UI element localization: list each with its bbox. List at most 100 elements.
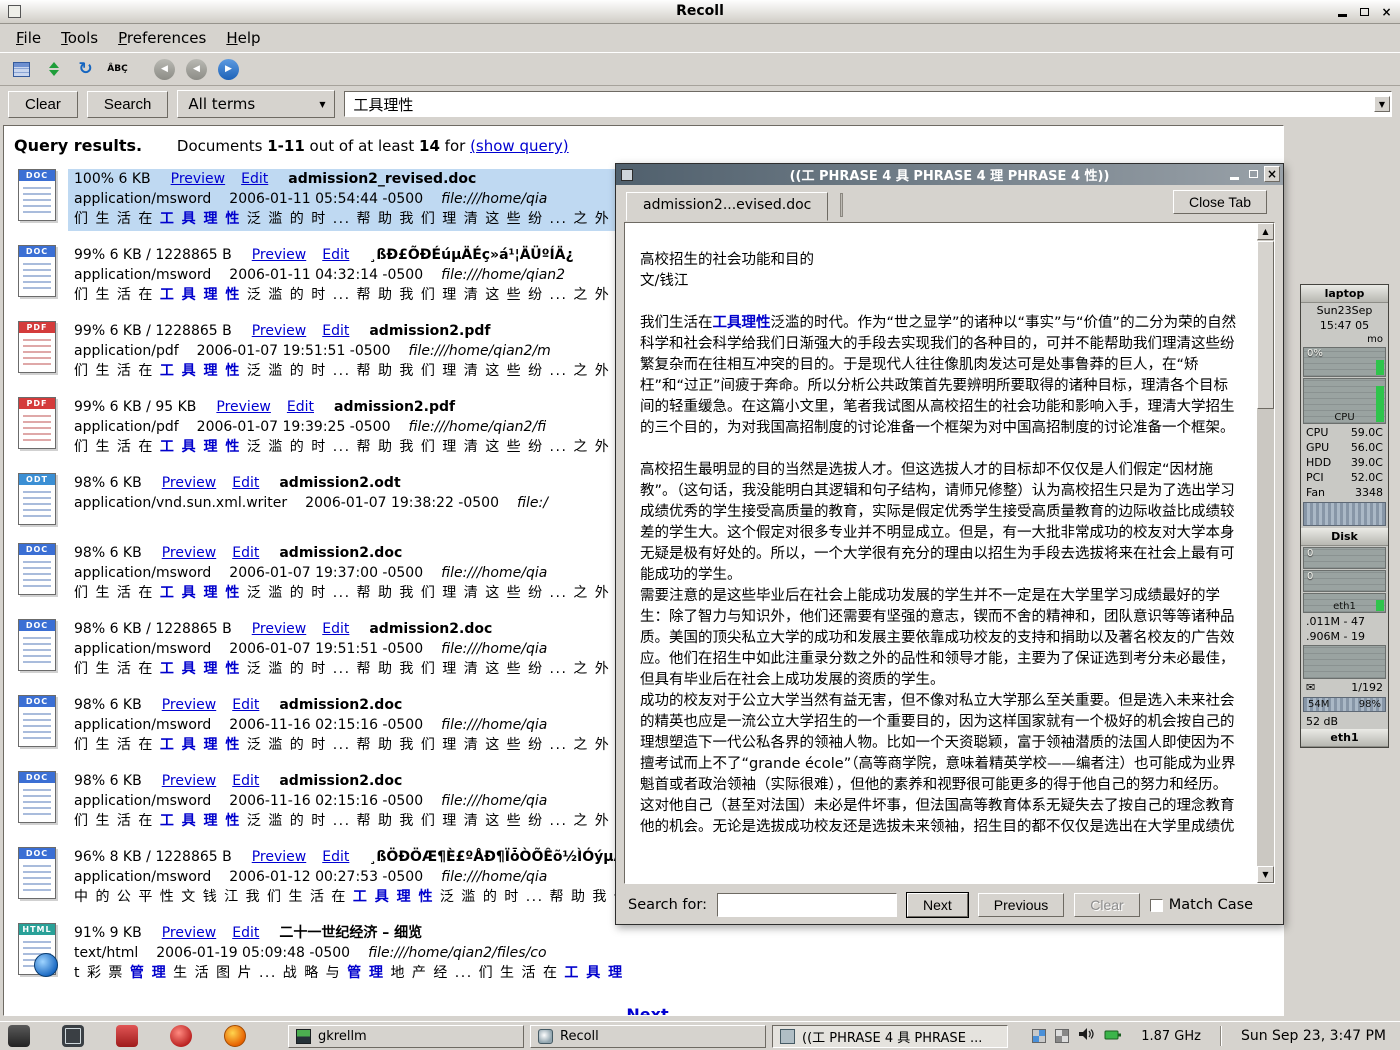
minimize-icon[interactable] <box>1226 166 1242 182</box>
mail-icon: ✉ <box>1306 680 1315 695</box>
msword-file-icon: DOC <box>12 619 68 675</box>
battery-icon[interactable] <box>1104 1027 1122 1046</box>
edit-link[interactable]: Edit <box>232 545 259 561</box>
result-url: file:///home/qian2 <box>441 267 565 283</box>
result-title: admission2.doc <box>279 697 402 713</box>
menu-preferences[interactable]: Preferences <box>108 26 216 50</box>
edit-link[interactable]: Edit <box>232 697 259 713</box>
task-button-gkrellm[interactable]: gkrellm <box>288 1025 524 1048</box>
preview-link[interactable]: Preview <box>162 545 217 561</box>
search-button[interactable]: Search <box>87 91 169 118</box>
close-icon[interactable]: × <box>1379 4 1394 19</box>
launcher-media-icon[interactable] <box>170 1025 192 1047</box>
task-button-preview[interactable]: ((工 PHRASE 4 具 PHRASE ... <box>772 1025 1008 1048</box>
maximize-icon[interactable] <box>1245 166 1261 182</box>
preview-link[interactable]: Preview <box>252 849 307 865</box>
find-next-button[interactable]: Next <box>907 893 968 917</box>
preview-link[interactable]: Preview <box>171 171 226 187</box>
preview-window-title: ((工 PHRASE 4 具 PHRASE 4 理 PHRASE 4 性)) <box>616 165 1283 184</box>
scroll-thumb[interactable] <box>1257 241 1274 409</box>
first-page-button[interactable]: ◀ <box>151 56 178 82</box>
edit-link[interactable]: Edit <box>322 247 349 263</box>
next-page-icon: ▶ <box>218 59 239 80</box>
close-icon[interactable]: × <box>1264 166 1280 182</box>
menu-file[interactable]: File <box>6 26 51 50</box>
match-case-label: Match Case <box>1169 897 1253 913</box>
result-mime: application/msword <box>74 717 211 733</box>
html-file-icon: HTML <box>12 923 68 979</box>
close-tab-button[interactable]: Close Tab <box>1173 190 1267 214</box>
term-explorer-icon: ÂBÇ <box>107 64 127 74</box>
edit-link[interactable]: Edit <box>241 171 268 187</box>
menu-help[interactable]: Help <box>216 26 270 50</box>
preview-link[interactable]: Preview <box>162 475 217 491</box>
prev-page-button[interactable]: ◀ <box>183 56 210 82</box>
tray-workspace-icon[interactable] <box>1055 1029 1069 1043</box>
task-button-recoll[interactable]: Recoll <box>530 1025 766 1048</box>
globe-icon <box>34 953 58 977</box>
preview-link[interactable]: Preview <box>216 399 271 415</box>
next-page-link[interactable]: Next <box>626 1005 668 1016</box>
match-case-checkbox[interactable] <box>1150 899 1163 912</box>
result-mime: application/msword <box>74 267 211 283</box>
sort-parameters-button[interactable] <box>40 56 67 82</box>
launcher-firefox-icon[interactable] <box>224 1025 246 1047</box>
edit-link[interactable]: Edit <box>232 773 259 789</box>
taskbar-clock[interactable]: Sun Sep 23, 3:47 PM <box>1241 1028 1392 1044</box>
edit-link[interactable]: Edit <box>322 849 349 865</box>
search-input[interactable] <box>345 93 1374 115</box>
scroll-down-icon[interactable]: ▼ <box>1257 866 1274 883</box>
preview-link[interactable]: Preview <box>252 323 307 339</box>
preview-tab[interactable]: admission2...evised.doc <box>626 192 828 221</box>
memory-krell: 54M 98% <box>1303 697 1386 712</box>
scroll-up-icon[interactable]: ▲ <box>1257 223 1274 240</box>
preview-link[interactable]: Preview <box>252 621 307 637</box>
result-meta: 99% 6 KB / 95 KB <box>74 399 196 415</box>
preview-link[interactable]: Preview <box>162 697 217 713</box>
main-titlebar[interactable]: Recoll × <box>0 0 1400 24</box>
preview-link[interactable]: Preview <box>252 247 307 263</box>
edit-link[interactable]: Edit <box>287 399 314 415</box>
volume-row: 52 dB <box>1301 714 1388 729</box>
find-clear-button[interactable]: Clear <box>1074 893 1139 917</box>
msword-file-icon: DOC <box>12 543 68 599</box>
edit-link[interactable]: Edit <box>232 475 259 491</box>
result-meta: 98% 6 KB <box>74 545 142 561</box>
volume-icon[interactable] <box>1078 1026 1095 1046</box>
term-explorer-button[interactable]: ÂBÇ <box>104 56 131 82</box>
launcher-editor-icon[interactable] <box>116 1025 138 1047</box>
next-page-button[interactable]: ▶ <box>215 56 242 82</box>
search-mode-select[interactable]: All terms ▼ <box>177 90 335 118</box>
doc-paragraph: 高校招生最明显的目的当然是选拔人才。但这选拔人才的目标却不仅仅是人们假定“因材施… <box>640 460 1240 586</box>
find-previous-button[interactable]: Previous <box>978 893 1064 917</box>
launcher-terminal-icon[interactable] <box>62 1025 84 1047</box>
tray-pager-icon[interactable] <box>1032 1029 1046 1043</box>
menu-tools[interactable]: Tools <box>51 26 108 50</box>
document-history-button[interactable] <box>8 56 35 82</box>
preview-scrollbar[interactable]: ▲ ▼ <box>1257 223 1274 883</box>
result-row[interactable]: HTML 91% 9 KBPreviewEdit二十一世纪经济 – 细览 tex… <box>12 923 1283 985</box>
edit-link[interactable]: Edit <box>232 925 259 941</box>
show-query-link[interactable]: (show query) <box>470 137 569 155</box>
doc-paragraph: 需要注意的是这些毕业后在社会上能成功发展的学生并不一定是在大学里学习成绩最好的学… <box>640 586 1240 691</box>
find-input[interactable] <box>717 893 897 917</box>
preview-titlebar[interactable]: ((工 PHRASE 4 具 PHRASE 4 理 PHRASE 4 性)) × <box>616 164 1283 185</box>
preview-link[interactable]: Preview <box>162 925 217 941</box>
cpu-percent-label: 0% <box>1307 348 1323 359</box>
result-date: 2006-01-11 05:54:44 -0500 <box>229 191 423 207</box>
update-index-button[interactable]: ↻ <box>72 56 99 82</box>
edit-link[interactable]: Edit <box>322 323 349 339</box>
first-page-icon: ◀ <box>154 59 175 80</box>
disk-write-chart: 0 <box>1303 570 1386 592</box>
clear-button[interactable]: Clear <box>8 91 78 118</box>
search-mode-value: All terms <box>188 95 255 113</box>
maximize-icon[interactable] <box>1357 4 1372 19</box>
launcher-desktop-icon[interactable] <box>8 1025 30 1047</box>
query-history-dropdown-icon[interactable]: ▼ <box>1374 96 1390 112</box>
minimize-icon[interactable] <box>1335 4 1350 19</box>
prev-page-icon: ◀ <box>186 59 207 80</box>
preview-link[interactable]: Preview <box>162 773 217 789</box>
result-title: admission2.doc <box>369 621 492 637</box>
result-title: admission2_revised.doc <box>288 171 476 187</box>
edit-link[interactable]: Edit <box>322 621 349 637</box>
